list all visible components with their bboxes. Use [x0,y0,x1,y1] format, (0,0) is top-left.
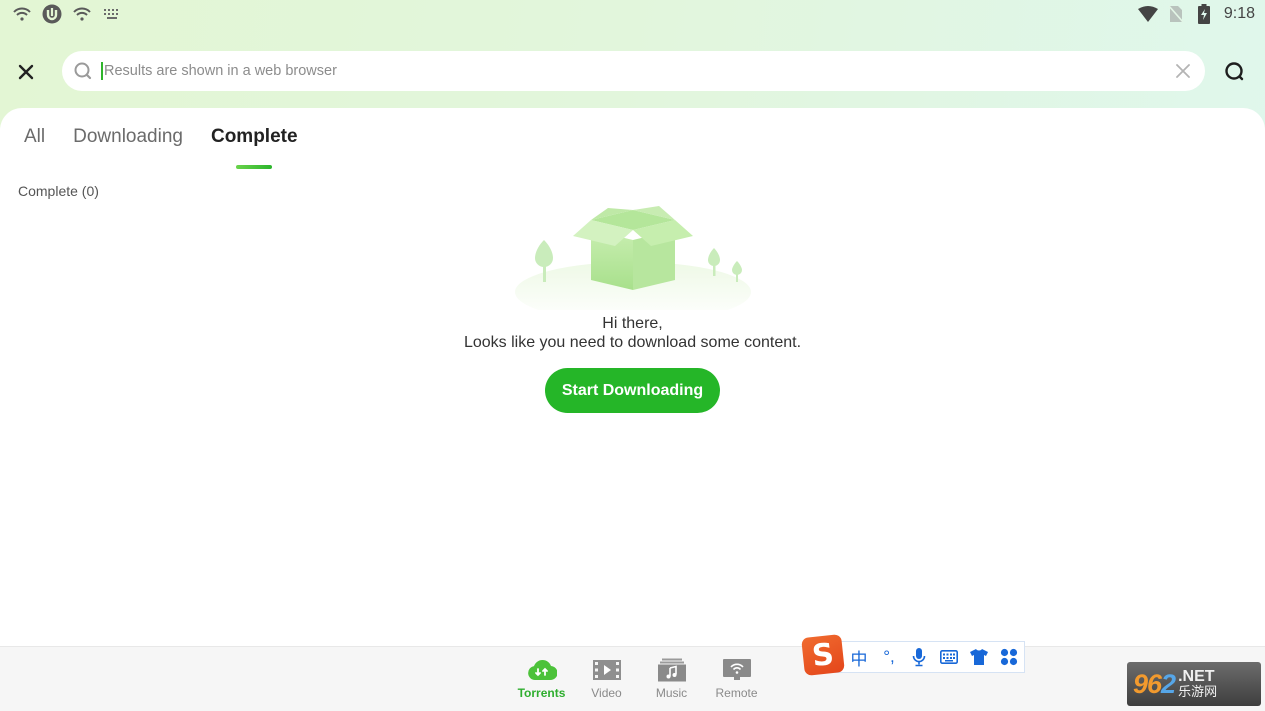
nav-video[interactable]: Video [575,657,638,700]
search-input[interactable] [103,63,1172,79]
nav-torrents[interactable]: Torrents [510,657,573,700]
bottom-nav-bar: Torrents Video Music Remote [0,646,1265,711]
tab-bar: All Downloading Complete [24,126,298,166]
battery-charging-icon [1194,4,1214,24]
site-watermark: 962 .NET 乐游网 [1127,662,1261,706]
film-icon [591,657,623,683]
chinese-mode-icon[interactable]: 中 [850,647,868,669]
clear-icon [1176,64,1190,78]
tab-downloading[interactable]: Downloading [73,126,183,166]
keyboard-icon[interactable] [940,647,958,667]
clear-search-button[interactable] [1172,60,1194,82]
close-icon [18,64,34,80]
wifi-icon [72,4,92,24]
nav-music[interactable]: Music [640,657,703,700]
watermark-number-a: 96 [1133,668,1162,699]
search-icon [1225,62,1244,81]
wifi-signal-icon [1137,4,1158,24]
music-icon [656,657,688,683]
search-icon [73,61,93,81]
search-submit-button[interactable] [1222,59,1248,85]
watermark-text: .NET 乐游网 [1178,668,1218,700]
utorrent-icon [42,4,62,24]
watermark-domain: .NET [1178,668,1215,685]
status-bar: 9:18 [0,0,1265,30]
cloud-transfer-icon [526,657,558,683]
tab-all[interactable]: All [24,126,45,166]
no-sim-icon [1166,4,1186,24]
watermark-number: 962 [1133,668,1176,700]
keyboard-icon [102,4,122,24]
nav-torrents-label: Torrents [517,686,566,700]
empty-box-icon [514,206,751,310]
ime-toolbar: 中 °, [835,641,1025,673]
bottom-nav: Torrents Video Music Remote [510,657,770,700]
nav-remote-label: Remote [715,686,758,700]
empty-state-greeting: Hi there, [602,315,663,332]
close-button[interactable] [14,60,38,84]
clock: 9:18 [1223,5,1255,22]
status-bar-notifications [12,4,122,24]
watermark-chinese: 乐游网 [1178,684,1218,699]
nav-music-label: Music [655,686,688,700]
skin-shirt-icon[interactable] [970,647,988,667]
microphone-icon[interactable] [910,647,928,667]
empty-state: Hi there, Looks like you need to downloa… [0,200,1265,413]
punctuation-icon[interactable]: °, [880,647,898,667]
apps-grid-icon[interactable] [1000,647,1018,667]
remote-monitor-icon [721,657,753,683]
nav-video-label: Video [591,686,622,700]
search-bar [62,51,1205,91]
section-count-label: Complete (0) [18,183,99,199]
empty-state-message: Looks like you need to download some con… [463,334,802,351]
wifi-icon [12,4,32,24]
status-bar-system: 9:18 [1137,4,1255,24]
tab-complete[interactable]: Complete [211,126,298,166]
watermark-number-b: 2 [1161,668,1176,699]
main-content: All Downloading Complete Complete (0) Hi… [0,108,1265,646]
nav-remote[interactable]: Remote [705,657,768,700]
ime-logo[interactable]: S [801,634,845,676]
start-downloading-button[interactable]: Start Downloading [544,368,721,413]
